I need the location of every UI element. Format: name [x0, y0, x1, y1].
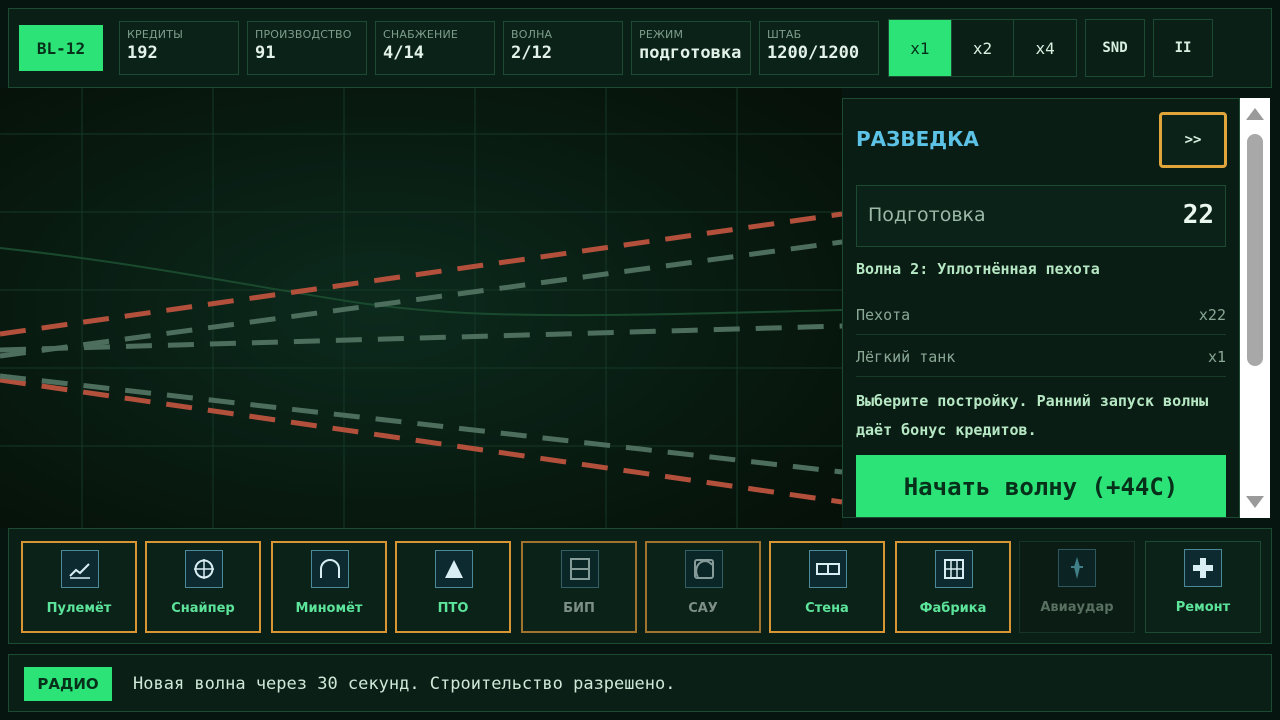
- factory-icon: [935, 550, 973, 588]
- stat-hq-label: ШТАБ: [767, 28, 802, 41]
- sound-toggle-button[interactable]: SND: [1085, 19, 1145, 77]
- build-label: САУ: [688, 601, 718, 616]
- artillery-icon: [685, 550, 723, 588]
- machine-gun-icon: [61, 550, 99, 588]
- wall-icon: [809, 550, 847, 588]
- build-bar: Пулемёт Снайпер Миномёт ПТО БИП САУ Стен…: [8, 528, 1272, 644]
- build-label: Пулемёт: [46, 601, 112, 616]
- stat-credits-label: КРЕДИТЫ: [127, 28, 184, 41]
- command-post-icon: [561, 550, 599, 588]
- build-label: Снайпер: [171, 601, 235, 616]
- enemy-count: x1: [1207, 347, 1226, 366]
- build-label: Фабрика: [919, 601, 987, 616]
- speed-selector: x1 x2 x4: [888, 19, 1077, 77]
- phase-timer: Подготовка 22: [856, 185, 1226, 247]
- anti-tank-icon: [435, 550, 473, 588]
- scroll-thumb[interactable]: [1247, 134, 1263, 366]
- battlefield-map[interactable]: [0, 88, 842, 528]
- enemy-name: Пехота: [856, 305, 911, 324]
- radio-message: Новая волна через 30 секунд. Строительст…: [133, 674, 676, 694]
- phase-countdown: 22: [1182, 200, 1214, 230]
- stat-credits: КРЕДИТЫ 192: [119, 21, 239, 75]
- repair-icon: [1184, 549, 1222, 587]
- stat-supply-label: СНАБЖЕНИЕ: [383, 28, 459, 41]
- enemy-count: x22: [1198, 305, 1226, 324]
- radio-tag: РАДИО: [24, 667, 112, 701]
- map-canvas: [0, 88, 842, 528]
- build-airstrike-button[interactable]: Авиаудар: [1019, 541, 1135, 633]
- panel-scrollbar[interactable]: [1240, 98, 1270, 518]
- enemy-name: Лёгкий танк: [856, 347, 956, 366]
- radio-bar: РАДИО Новая волна через 30 секунд. Строи…: [8, 654, 1272, 712]
- speed-x1-button[interactable]: x1: [889, 20, 952, 76]
- build-mortar-button[interactable]: Миномёт: [271, 541, 387, 633]
- build-label: ПТО: [437, 601, 469, 616]
- recon-panel: РАЗВЕДКА >> Подготовка 22 Волна 2: Уплот…: [842, 98, 1240, 518]
- stat-hq-value: 1200/1200: [767, 43, 860, 63]
- stat-mode: РЕЖИМ подготовка: [631, 21, 751, 75]
- build-wall-button[interactable]: Стена: [769, 541, 885, 633]
- build-label: Авиаудар: [1040, 600, 1114, 615]
- stat-production-label: ПРОИЗВОДСТВО: [255, 28, 352, 41]
- scroll-up-arrow-icon[interactable]: [1246, 108, 1264, 120]
- enemy-row-infantry: Пехота x22: [856, 295, 1226, 335]
- build-command-post-button[interactable]: БИП: [521, 541, 637, 633]
- build-label: БИП: [563, 601, 595, 616]
- build-anti-tank-button[interactable]: ПТО: [395, 541, 511, 633]
- airstrike-icon: [1058, 549, 1096, 587]
- stat-production: ПРОИЗВОДСТВО 91: [247, 21, 367, 75]
- scroll-down-arrow-icon[interactable]: [1246, 496, 1264, 508]
- panel-title: РАЗВЕДКА: [856, 127, 979, 151]
- start-wave-button[interactable]: Начать волну (+44C): [856, 455, 1226, 517]
- speed-x2-button[interactable]: x2: [952, 20, 1015, 76]
- mortar-arc-icon: [311, 550, 349, 588]
- build-factory-button[interactable]: Фабрика: [895, 541, 1011, 633]
- crosshair-icon: [185, 550, 223, 588]
- stat-production-value: 91: [255, 43, 276, 63]
- stat-mode-label: РЕЖИМ: [639, 28, 684, 41]
- phase-label: Подготовка: [868, 204, 986, 226]
- build-machine-gun-button[interactable]: Пулемёт: [21, 541, 137, 633]
- pause-button[interactable]: II: [1153, 19, 1213, 77]
- build-hint: Выберите постройку. Ранний запуск волны …: [856, 392, 1209, 439]
- collapse-panel-button[interactable]: >>: [1159, 112, 1227, 168]
- map-background: [0, 88, 842, 528]
- enemy-row-light-tank: Лёгкий танк x1: [856, 337, 1226, 377]
- build-artillery-button[interactable]: САУ: [645, 541, 761, 633]
- stat-mode-value: подготовка: [639, 43, 742, 63]
- stat-supply-value: 4/14: [383, 43, 424, 63]
- stat-supply: СНАБЖЕНИЕ 4/14: [375, 21, 495, 75]
- stat-credits-value: 192: [127, 43, 158, 63]
- build-label: Стена: [805, 601, 849, 616]
- build-label: Миномёт: [295, 601, 363, 616]
- top-bar: BL-12 КРЕДИТЫ 192 ПРОИЗВОДСТВО 91 СНАБЖЕ…: [8, 8, 1272, 88]
- wave-name: Волна 2: Уплотнённая пехота: [856, 260, 1100, 278]
- speed-x4-button[interactable]: x4: [1014, 20, 1076, 76]
- unit-id-badge: BL-12: [19, 25, 103, 71]
- build-sniper-button[interactable]: Снайпер: [145, 541, 261, 633]
- stat-wave: ВОЛНА 2/12: [503, 21, 623, 75]
- stat-hq: ШТАБ 1200/1200: [759, 21, 879, 75]
- stat-wave-value: 2/12: [511, 43, 552, 63]
- build-label: Ремонт: [1175, 600, 1231, 615]
- stat-wave-label: ВОЛНА: [511, 28, 553, 41]
- build-repair-button[interactable]: Ремонт: [1145, 541, 1261, 633]
